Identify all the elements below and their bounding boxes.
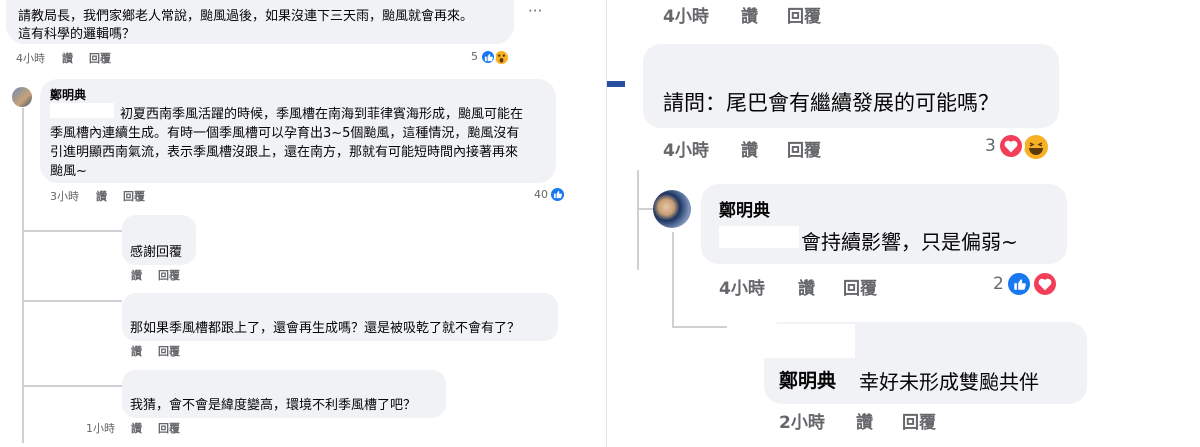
official-reply-reaction-count[interactable]: 40 (534, 188, 548, 201)
reply3-like-button[interactable]: 讚 (131, 420, 142, 436)
commenter-avatar[interactable] (607, 64, 625, 106)
reply1-text: 感謝回覆 (130, 245, 183, 260)
official-reply-line4: 颱風~ (50, 164, 87, 179)
reply3-reply-button[interactable]: 回覆 (158, 420, 180, 436)
avatar-redaction (727, 324, 855, 358)
top-comment-line1: 請教局長，我們家鄉老人常說，颱風過後，如果沒連下三天雨，颱風就會再來。 (18, 9, 474, 24)
reply1-like-button[interactable]: 讚 (131, 267, 142, 283)
official-reply-reply-button[interactable]: 回覆 (843, 274, 877, 299)
official-reply-like-button[interactable]: 讚 (798, 274, 815, 299)
top-comment-reaction-count[interactable]: 5 (471, 50, 478, 63)
top-comment-like-button[interactable]: 讚 (62, 50, 73, 66)
nested-reply-text: 幸好未形成雙颱共伴 (859, 370, 1039, 394)
question-time[interactable]: 4小時 (663, 136, 709, 161)
official-reply-line1: 初夏西南季風活躍的時候，季風槽在南海到菲律賓海形成，颱風可能在 (120, 107, 524, 122)
more-options-icon[interactable]: ··· (528, 2, 542, 20)
question-text: 請問：尾巴會有繼續發展的可能嗎？ (663, 91, 999, 115)
prev-comment-time[interactable]: 4小時 (663, 2, 709, 27)
mention-redaction (719, 226, 799, 248)
love-reaction-icon (997, 132, 1025, 160)
reply2-like-button[interactable]: 讚 (131, 343, 142, 359)
right-comment-panel: 4小時 讚 回覆 請問：尾巴會有繼續發展的可能嗎？ 4小時 讚 回覆 3 鄭明典… (606, 0, 1200, 447)
official-reply-author[interactable]: 鄭明典 (50, 86, 86, 103)
official-reply-line2: 季風槽內連續生成。有時一個季風槽可以孕育出3~5個颱風，這種情況，颱風沒有 (50, 126, 520, 141)
question-reply-button[interactable]: 回覆 (787, 136, 821, 161)
official-reply-line3: 引進明顯西南氣流，表示季風槽沒跟上，還在南方，那就有可能短時間內接著再來 (50, 145, 519, 160)
question-like-button[interactable]: 讚 (741, 136, 758, 161)
nested-reply-time[interactable]: 2小時 (779, 408, 825, 433)
branch-line (672, 326, 732, 328)
love-reaction-icon (1031, 270, 1059, 298)
branch-line (22, 230, 122, 232)
official-reply-reaction-count[interactable]: 2 (993, 274, 1004, 294)
prev-comment-reply-button[interactable]: 回覆 (787, 2, 821, 27)
reply3-time[interactable]: 1小時 (86, 420, 115, 436)
reply3-text: 我猜，會不會是緯度變高，環境不利季風槽了吧？ (130, 398, 417, 413)
nested-reply-mention[interactable]: 鄭明典 (779, 366, 836, 393)
official-reply-text: 會持續影響，只是偏弱~ (801, 230, 1018, 254)
official-reply-author[interactable]: 鄭明典 (719, 196, 770, 221)
top-comment-time[interactable]: 4小時 (16, 50, 45, 66)
author-avatar[interactable] (12, 87, 32, 107)
official-reply-time[interactable]: 3小時 (50, 188, 79, 204)
official-reply-time[interactable]: 4小時 (719, 274, 765, 299)
top-comment-reply-button[interactable]: 回覆 (89, 50, 111, 66)
like-reaction-icon (1005, 270, 1033, 298)
mention-redaction (50, 103, 114, 118)
reply1-reply-button[interactable]: 回覆 (158, 267, 180, 283)
like-reaction-icon (480, 49, 496, 65)
thread-line (22, 108, 24, 443)
reply2-reply-button[interactable]: 回覆 (158, 343, 180, 359)
branch-line (22, 300, 122, 302)
question-reaction-count[interactable]: 3 (985, 136, 996, 156)
branch-line (637, 208, 653, 210)
branch-line (22, 385, 122, 387)
reply2-text: 那如果季風槽都跟上了，還會再生成嗎？還是被吸乾了就不會有了？ (130, 321, 521, 336)
left-comment-panel: 請教局長，我們家鄉老人常說，颱風過後，如果沒連下三天雨，颱風就會再來。 這有科學… (0, 0, 606, 447)
prev-comment-like-button[interactable]: 讚 (741, 2, 758, 27)
author-avatar[interactable] (653, 190, 691, 228)
haha-reaction-icon (1021, 132, 1051, 162)
thread-line (672, 232, 674, 328)
thread-line (637, 170, 639, 270)
like-reaction-icon (549, 186, 566, 203)
top-comment-line2: 這有科學的邏輯嗎？ (18, 27, 136, 42)
official-reply-like-button[interactable]: 讚 (96, 188, 107, 204)
nested-reply-reply-button[interactable]: 回覆 (902, 408, 936, 433)
official-reply-reply-button[interactable]: 回覆 (123, 188, 145, 204)
nested-reply-like-button[interactable]: 讚 (856, 408, 873, 433)
